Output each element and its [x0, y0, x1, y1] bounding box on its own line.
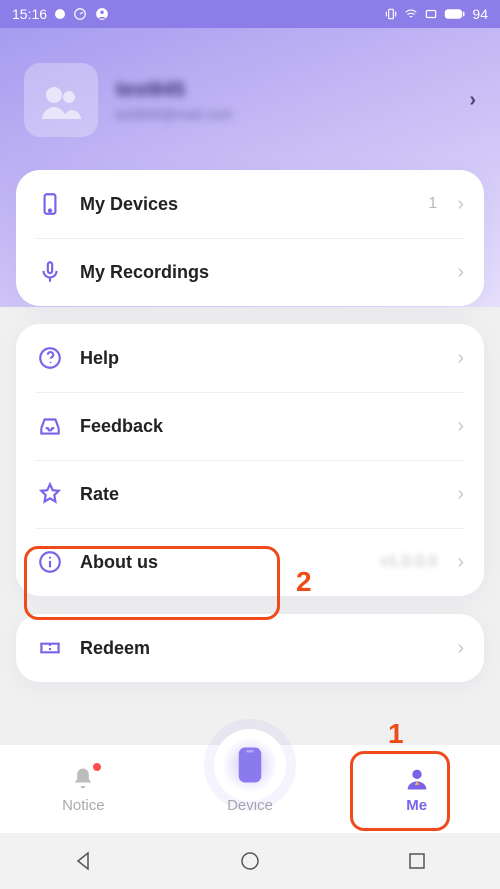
notification-dot-icon	[93, 763, 101, 771]
profile-email: test845@mail.com	[116, 106, 451, 122]
phone-icon	[36, 190, 64, 218]
info-icon	[36, 548, 64, 576]
tab-label: Notice	[62, 797, 105, 814]
chevron-right-icon: ›	[457, 637, 464, 660]
row-help[interactable]: Help ›	[16, 324, 484, 392]
row-value: 1	[428, 195, 437, 213]
chevron-right-icon: ›	[457, 415, 464, 438]
row-label: Redeem	[80, 638, 441, 659]
screen-icon	[424, 7, 438, 21]
nav-recent-icon[interactable]	[405, 849, 429, 873]
row-value: v1.0.0.0	[380, 553, 437, 571]
device-icon	[235, 745, 265, 785]
status-bar: 15:16 94	[0, 0, 500, 28]
profile-row[interactable]: test845 test845@mail.com ›	[0, 53, 500, 147]
chevron-right-icon: ›	[457, 347, 464, 370]
row-label: My Recordings	[80, 262, 441, 283]
card-devices: My Devices 1 › My Recordings ›	[16, 170, 484, 306]
row-label: Feedback	[80, 416, 441, 437]
chevron-right-icon: ›	[457, 551, 464, 574]
chevron-right-icon: ›	[457, 261, 464, 284]
avatar	[24, 63, 98, 137]
card-support: Help › Feedback › Rate › About us v1.0.0…	[16, 324, 484, 596]
dashboard-icon	[73, 7, 87, 21]
tab-label: Me	[406, 797, 427, 814]
vibrate-icon	[384, 7, 398, 21]
row-label: About us	[80, 552, 364, 573]
battery-text: 94	[472, 6, 488, 22]
star-icon	[36, 480, 64, 508]
person-icon	[403, 765, 431, 793]
help-icon	[36, 344, 64, 372]
device-bump	[214, 729, 286, 801]
row-about-us[interactable]: About us v1.0.0.0 ›	[16, 528, 484, 596]
row-redeem[interactable]: Redeem ›	[16, 614, 484, 682]
row-feedback[interactable]: Feedback ›	[16, 392, 484, 460]
chevron-right-icon: ›	[457, 483, 464, 506]
chevron-right-icon: ›	[469, 89, 476, 112]
content: My Devices 1 › My Recordings › Help › Fe…	[0, 170, 500, 700]
tab-device[interactable]: Device	[167, 765, 334, 833]
tab-bar: Notice Device Me	[0, 745, 500, 833]
wifi-icon	[404, 7, 418, 21]
bell-icon	[69, 765, 97, 793]
row-label: My Devices	[80, 194, 412, 215]
account-icon	[95, 7, 109, 21]
row-rate[interactable]: Rate ›	[16, 460, 484, 528]
nav-back-icon[interactable]	[71, 849, 95, 873]
profile-text: test845 test845@mail.com	[116, 79, 451, 122]
row-label: Help	[80, 348, 441, 369]
row-label: Rate	[80, 484, 441, 505]
chat-indicator-icon	[55, 9, 65, 19]
profile-name: test845	[116, 79, 451, 102]
card-redeem: Redeem ›	[16, 614, 484, 682]
inbox-icon	[36, 412, 64, 440]
tab-notice[interactable]: Notice	[0, 765, 167, 833]
status-time: 15:16	[12, 6, 47, 22]
row-my-recordings[interactable]: My Recordings ›	[16, 238, 484, 306]
nav-home-icon[interactable]	[238, 849, 262, 873]
battery-icon	[444, 7, 466, 21]
android-nav-bar	[0, 833, 500, 889]
avatar-group-icon	[36, 75, 86, 125]
ticket-icon	[36, 634, 64, 662]
chevron-right-icon: ›	[457, 193, 464, 216]
tab-me[interactable]: Me	[333, 765, 500, 833]
mic-icon	[36, 258, 64, 286]
row-my-devices[interactable]: My Devices 1 ›	[16, 170, 484, 238]
